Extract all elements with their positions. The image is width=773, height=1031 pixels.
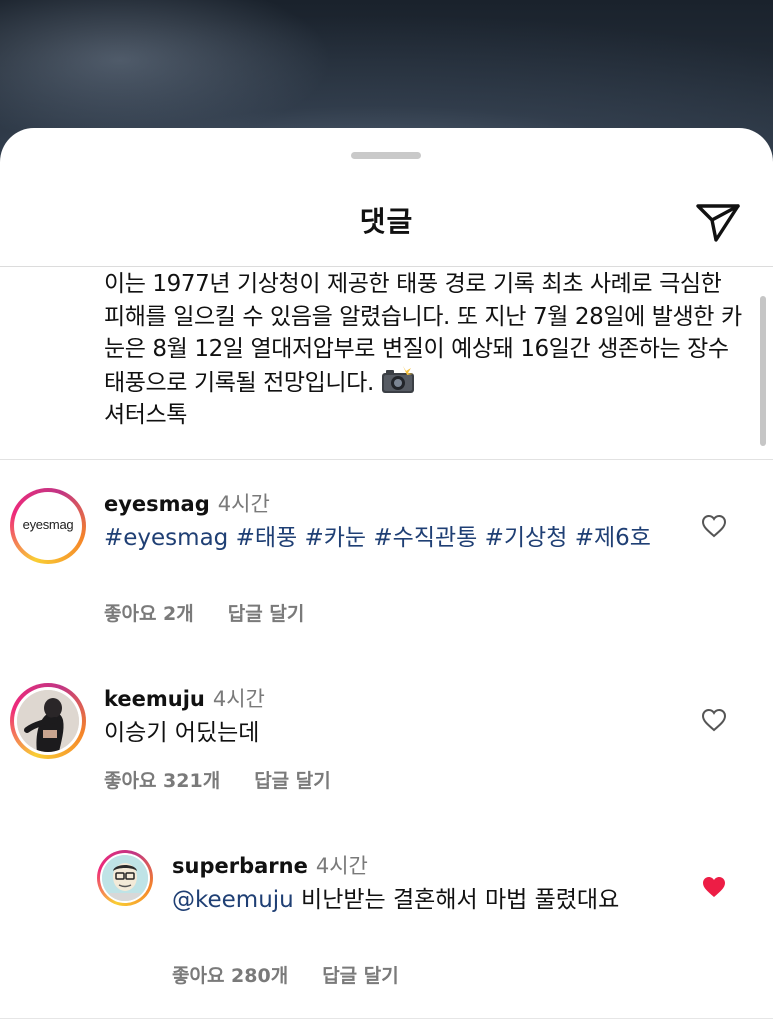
header-divider	[0, 266, 773, 267]
comment-body: 비난받는 결혼해서 마법 풀렸대요	[293, 887, 620, 913]
likes-count[interactable]: 좋아요 280개	[172, 965, 288, 987]
hashtag[interactable]: #기상청	[485, 525, 568, 551]
comment-meta: superbarne 4시간	[172, 850, 368, 880]
comment-text: @keemuju 비난받는 결혼해서 마법 풀렸대요	[172, 884, 652, 916]
scrollbar[interactable]	[760, 296, 766, 446]
comment-meta: eyesmag 4시간	[104, 488, 270, 518]
hashtag[interactable]: #수직관통	[373, 525, 477, 551]
comment-text: #eyesmag #태풍 #카눈 #수직관통 #기상청 #제6호	[104, 522, 664, 554]
heart-filled-icon[interactable]	[701, 875, 727, 899]
drag-handle[interactable]	[351, 152, 421, 159]
comment-actions: 좋아요 2개 답글 달기	[104, 599, 304, 626]
hashtag[interactable]: #태풍	[236, 525, 298, 551]
comment-actions: 좋아요 321개 답글 달기	[104, 766, 331, 793]
avatar[interactable]: eyesmag	[10, 488, 86, 564]
comment-text: 이승기 어딨는데	[104, 720, 260, 746]
hashtag[interactable]: #제6호	[575, 525, 651, 551]
comment-time: 4시간	[315, 854, 368, 878]
avatar-logo-text: eyesmag	[22, 517, 74, 532]
comment-username[interactable]: eyesmag	[104, 492, 210, 516]
heart-icon[interactable]	[701, 708, 727, 732]
post-caption: 이는 1977년 기상청이 제공한 태풍 경로 기록 최초 사례로 극심한 피해…	[104, 268, 744, 432]
reply-button[interactable]: 답글 달기	[228, 603, 305, 625]
avatar[interactable]	[97, 850, 153, 906]
heart-icon[interactable]	[701, 514, 727, 538]
comment-username[interactable]: keemuju	[104, 687, 205, 711]
caption-divider	[0, 459, 773, 460]
avatar-photo	[17, 690, 79, 752]
comment-actions: 좋아요 280개 답글 달기	[172, 961, 399, 988]
comment-time: 4시간	[212, 687, 265, 711]
likes-count[interactable]: 좋아요 321개	[104, 770, 220, 792]
avatar[interactable]	[10, 683, 86, 759]
hashtag[interactable]: #eyesmag	[104, 525, 228, 551]
reply-button[interactable]: 답글 달기	[254, 770, 331, 792]
hashtag[interactable]: #카눈	[304, 525, 366, 551]
comment-meta: keemuju 4시간	[104, 683, 265, 713]
bottom-divider	[0, 1018, 773, 1019]
avatar-illustration	[102, 855, 148, 901]
likes-count[interactable]: 좋아요 2개	[104, 603, 194, 625]
comments-sheet: 댓글 이는 1977년 기상청이 제공한 태풍 경로 기록 최초 사례로 극심한…	[0, 128, 773, 1031]
caption-text: 이는 1977년 기상청이 제공한 태풍 경로 기록 최초 사례로 극심한 피해…	[104, 271, 742, 396]
comment-username[interactable]: superbarne	[172, 854, 308, 878]
camera-flash-emoji	[381, 365, 414, 393]
paper-plane-icon[interactable]	[694, 200, 742, 244]
reply-button[interactable]: 답글 달기	[322, 965, 399, 987]
mention-link[interactable]: @keemuju	[172, 887, 294, 913]
caption-credit: 셔터스톡	[104, 402, 188, 428]
comment-time: 4시간	[217, 492, 270, 516]
sheet-title: 댓글	[359, 205, 414, 238]
